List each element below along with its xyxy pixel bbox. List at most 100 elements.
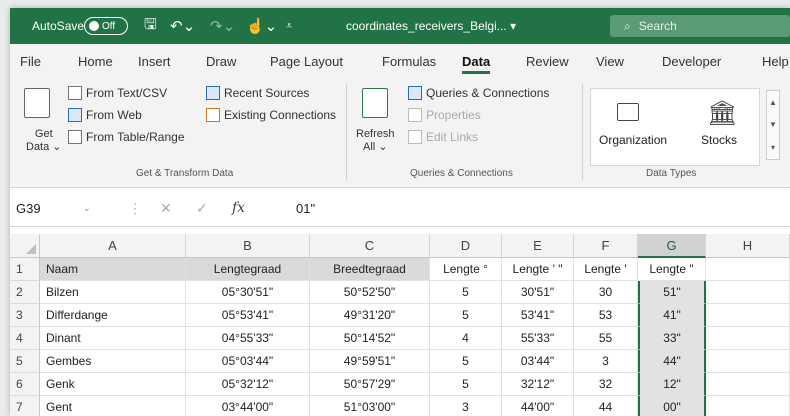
tab-review[interactable]: Review — [526, 54, 569, 69]
cell-a5[interactable]: Gembes — [40, 350, 186, 373]
formula-input[interactable]: 01" — [296, 197, 315, 219]
tab-file[interactable]: File — [20, 54, 41, 69]
cell-c2[interactable]: 50°52'50" — [310, 281, 430, 304]
tab-draw[interactable]: Draw — [206, 54, 236, 69]
select-all-corner[interactable] — [10, 234, 40, 258]
row-header[interactable]: 1 — [10, 258, 40, 281]
gallery-scroll[interactable]: ▲ ▼ ▾ — [766, 90, 780, 160]
chevron-down-icon[interactable]: ⌄ — [83, 203, 91, 214]
cell-g1[interactable]: Lengte " — [638, 258, 706, 281]
stocks-button[interactable]: Stocks — [701, 133, 737, 147]
insert-function-icon[interactable]: fx — [232, 197, 245, 219]
organization-button[interactable]: Organization — [599, 133, 667, 147]
cell-d3[interactable]: 5 — [430, 304, 502, 327]
from-text-csv-button[interactable]: From Text/CSV — [68, 86, 167, 100]
column-header-f[interactable]: F — [574, 234, 638, 258]
tab-insert[interactable]: Insert — [138, 54, 171, 69]
cancel-icon[interactable]: ✕ — [160, 197, 172, 219]
cell-h2[interactable] — [706, 281, 790, 304]
column-header-a[interactable]: A — [40, 234, 186, 258]
cell-a4[interactable]: Dinant — [40, 327, 186, 350]
column-header-g[interactable]: G — [638, 234, 706, 258]
save-icon[interactable]: 🖫 — [144, 8, 157, 44]
cell-c6[interactable]: 50°57'29" — [310, 373, 430, 396]
cell-h3[interactable] — [706, 304, 790, 327]
tab-data[interactable]: Data — [462, 54, 491, 74]
row-header[interactable]: 2 — [10, 281, 40, 304]
cell-d5[interactable]: 5 — [430, 350, 502, 373]
recent-sources-button[interactable]: Recent Sources — [206, 86, 309, 100]
row-header[interactable]: 6 — [10, 373, 40, 396]
tab-developer[interactable]: Developer — [662, 54, 721, 69]
cell-g2[interactable]: 51" — [638, 281, 706, 304]
cell-a2[interactable]: Bilzen — [40, 281, 186, 304]
cell-g7[interactable]: 00" — [638, 396, 706, 416]
cell-e2[interactable]: 30'51" — [502, 281, 574, 304]
cell-f4[interactable]: 55 — [574, 327, 638, 350]
row-header[interactable]: 7 — [10, 396, 40, 416]
cell-a1[interactable]: Naam — [40, 258, 186, 281]
cell-b4[interactable]: 04°55'33" — [186, 327, 310, 350]
customize-toolbar-icon[interactable]: ⩡ — [286, 8, 292, 44]
chevron-up-icon[interactable]: ▲ — [769, 98, 777, 107]
cell-f6[interactable]: 32 — [574, 373, 638, 396]
cell-f7[interactable]: 44 — [574, 396, 638, 416]
cell-h6[interactable] — [706, 373, 790, 396]
get-data-button[interactable]: Get Data ⌄ — [26, 128, 62, 153]
cell-e4[interactable]: 55'33" — [502, 327, 574, 350]
from-web-button[interactable]: From Web — [68, 108, 142, 122]
tab-home[interactable]: Home — [78, 54, 113, 69]
cell-h5[interactable] — [706, 350, 790, 373]
column-header-d[interactable]: D — [430, 234, 502, 258]
cell-d2[interactable]: 5 — [430, 281, 502, 304]
cell-e3[interactable]: 53'41" — [502, 304, 574, 327]
column-header-b[interactable]: B — [186, 234, 310, 258]
cell-c1[interactable]: Breedtegraad — [310, 258, 430, 281]
existing-connections-button[interactable]: Existing Connections — [206, 108, 336, 122]
cell-b7[interactable]: 03°44'00" — [186, 396, 310, 416]
queries-connections-button[interactable]: Queries & Connections — [408, 86, 549, 100]
cell-e5[interactable]: 03'44" — [502, 350, 574, 373]
properties-button[interactable]: Properties — [408, 108, 481, 122]
edit-links-button[interactable]: Edit Links — [408, 130, 478, 144]
cell-d7[interactable]: 3 — [430, 396, 502, 416]
row-header[interactable]: 5 — [10, 350, 40, 373]
autosave-toggle[interactable]: Off — [84, 17, 128, 35]
undo-icon[interactable]: ↶⌄ — [170, 8, 195, 44]
enter-icon[interactable]: ✓ — [196, 197, 208, 219]
cell-a7[interactable]: Gent — [40, 396, 186, 416]
cell-e1[interactable]: Lengte ' " — [502, 258, 574, 281]
tab-view[interactable]: View — [596, 54, 624, 69]
cell-g6[interactable]: 12" — [638, 373, 706, 396]
redo-icon[interactable]: ↷⌄ — [210, 8, 235, 44]
from-table-range-button[interactable]: From Table/Range — [68, 130, 185, 144]
cell-a3[interactable]: Differdange — [40, 304, 186, 327]
cell-f3[interactable]: 53 — [574, 304, 638, 327]
name-box[interactable]: G39 ⌄ — [16, 197, 116, 219]
cell-d1[interactable]: Lengte ° — [430, 258, 502, 281]
cell-g4[interactable]: 33" — [638, 327, 706, 350]
column-header-h[interactable]: H — [706, 234, 790, 258]
cell-h4[interactable] — [706, 327, 790, 350]
cell-c3[interactable]: 49°31'20" — [310, 304, 430, 327]
row-header[interactable]: 4 — [10, 327, 40, 350]
chevron-down-icon[interactable]: ▼ — [769, 120, 777, 129]
tab-help[interactable]: Help — [762, 54, 789, 69]
search-box[interactable]: ⌕ Search — [610, 15, 790, 37]
cell-f5[interactable]: 3 — [574, 350, 638, 373]
row-header[interactable]: 3 — [10, 304, 40, 327]
cell-f2[interactable]: 30 — [574, 281, 638, 304]
cell-d6[interactable]: 5 — [430, 373, 502, 396]
cell-d4[interactable]: 4 — [430, 327, 502, 350]
tab-page-layout[interactable]: Page Layout — [270, 54, 343, 69]
cell-b5[interactable]: 05°03'44" — [186, 350, 310, 373]
tab-formulas[interactable]: Formulas — [382, 54, 436, 69]
cell-b3[interactable]: 05°53'41" — [186, 304, 310, 327]
more-icon[interactable]: ▾ — [771, 143, 775, 152]
cell-c5[interactable]: 49°59'51" — [310, 350, 430, 373]
cell-g5[interactable]: 44" — [638, 350, 706, 373]
cell-b2[interactable]: 05°30'51" — [186, 281, 310, 304]
cell-f1[interactable]: Lengte ' — [574, 258, 638, 281]
column-header-c[interactable]: C — [310, 234, 430, 258]
refresh-all-button[interactable]: Refresh All ⌄ — [356, 128, 395, 153]
